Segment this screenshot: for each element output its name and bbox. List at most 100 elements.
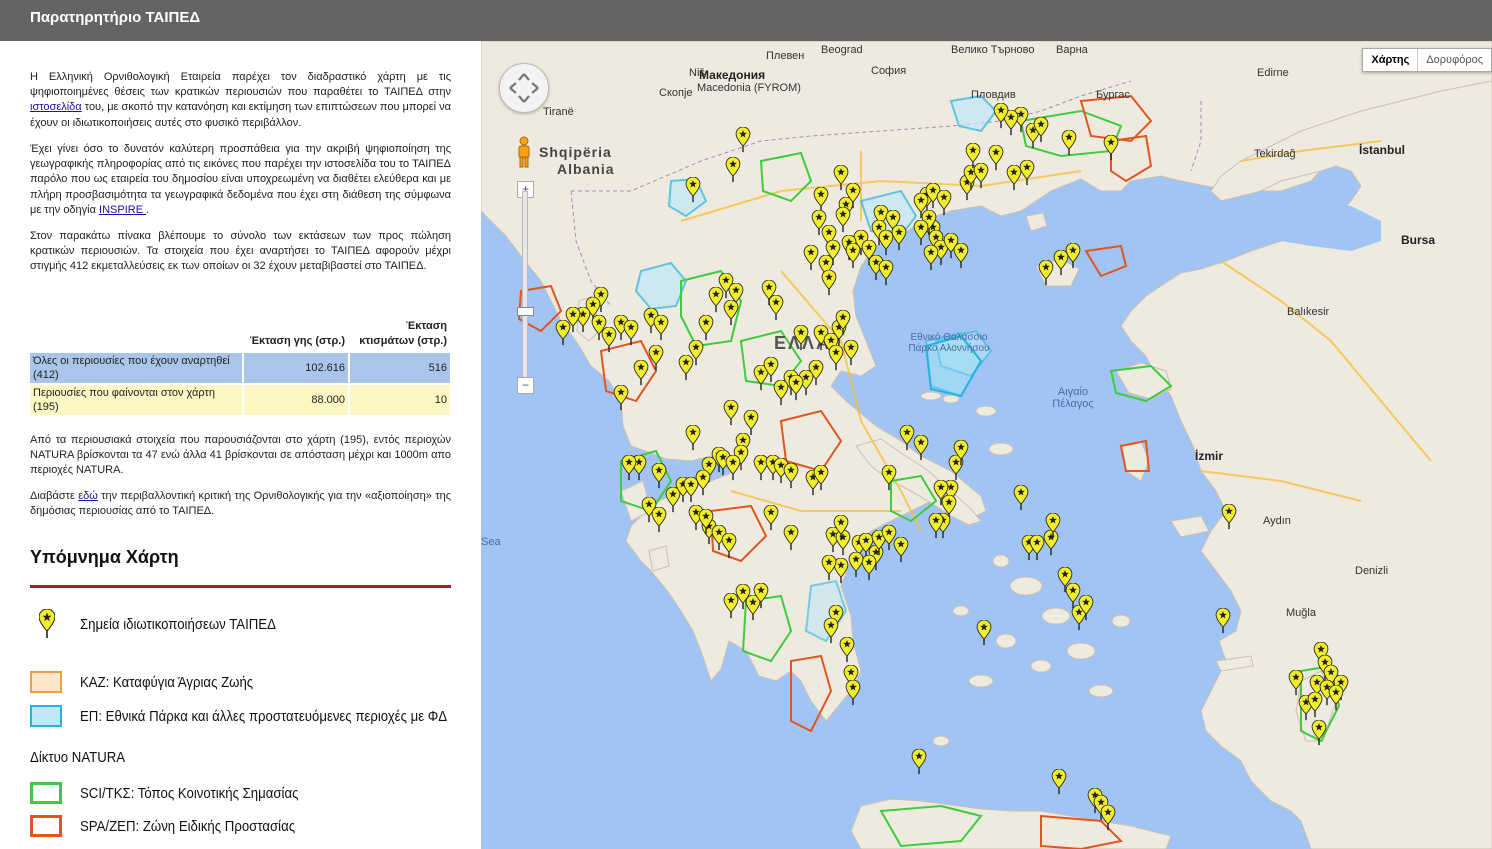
privatization-pin[interactable]: [976, 620, 992, 646]
privatization-pin[interactable]: [833, 165, 849, 191]
privatization-pin[interactable]: [825, 240, 841, 266]
privatization-pin[interactable]: [839, 637, 855, 663]
privatization-pin[interactable]: [936, 190, 952, 216]
label-burgas: Бургас: [1096, 89, 1130, 101]
table-row: Όλες οι περιουσίες που έχουν αναρτηθεί (…: [30, 353, 450, 383]
privatization-pin[interactable]: [793, 325, 809, 351]
label-balikesir: Balıkesir: [1287, 306, 1330, 318]
privatization-pin[interactable]: [1103, 135, 1119, 161]
privatization-pin[interactable]: [933, 480, 949, 506]
privatization-pin[interactable]: [953, 440, 969, 466]
stats-table: Έκταση γης (στρ.) Έκταση κτισμάτων (στρ.…: [28, 311, 452, 417]
privatization-pin[interactable]: [1045, 513, 1061, 539]
privatization-pin[interactable]: [685, 177, 701, 203]
privatization-pin[interactable]: [1061, 130, 1077, 156]
critique-link[interactable]: εδώ: [78, 490, 98, 502]
intro-paragraph-2: Έχει γίνει όσο το δυνατόν καλύτερη προσπ…: [30, 143, 451, 216]
privatization-pin[interactable]: [1065, 243, 1081, 269]
privatization-pin[interactable]: [555, 320, 571, 346]
privatization-pin[interactable]: [923, 245, 939, 271]
label-pleven: Плевен: [766, 50, 805, 62]
privatization-pin[interactable]: [721, 533, 737, 559]
label-aydin: Aydın: [1263, 515, 1291, 527]
taiped-site-link[interactable]: ιστοσελίδα: [30, 101, 82, 113]
inspire-link[interactable]: INSPIRE: [99, 204, 146, 216]
privatization-pin[interactable]: [763, 505, 779, 531]
privatization-pin[interactable]: [828, 345, 844, 371]
privatization-pin[interactable]: [928, 513, 944, 539]
privatization-pin[interactable]: [821, 555, 837, 581]
pegman-icon[interactable]: [517, 136, 531, 168]
privatization-pin[interactable]: [613, 385, 629, 411]
privatization-pin[interactable]: [1033, 117, 1049, 143]
privatization-pin[interactable]: [763, 357, 779, 383]
map-canvas[interactable]: Beograd Niš Плевен Велико Търново Варна …: [481, 41, 1492, 849]
privatization-pin[interactable]: [1215, 608, 1231, 634]
privatization-pin[interactable]: [725, 455, 741, 481]
privatization-pin[interactable]: [848, 552, 864, 578]
privatization-pin[interactable]: [1328, 685, 1344, 711]
privatization-pin[interactable]: [773, 380, 789, 406]
privatization-pin[interactable]: [913, 220, 929, 246]
privatization-pin[interactable]: [835, 207, 851, 233]
privatization-pin[interactable]: [1019, 160, 1035, 186]
zoom-slider-track[interactable]: [522, 191, 528, 383]
privatization-pin[interactable]: [1038, 260, 1054, 286]
privatization-pin[interactable]: [648, 345, 664, 371]
privatization-pin[interactable]: [835, 310, 851, 336]
privatization-pin[interactable]: [845, 680, 861, 706]
map-type-satellite-button[interactable]: Δορυφόρος: [1418, 49, 1491, 71]
privatization-pin[interactable]: [1221, 504, 1237, 530]
privatization-pin[interactable]: [1288, 670, 1304, 696]
privatization-pin[interactable]: [723, 300, 739, 326]
privatization-pin[interactable]: [1051, 769, 1067, 795]
privatization-pin[interactable]: [623, 320, 639, 346]
privatization-pin[interactable]: [893, 537, 909, 563]
privatization-pin[interactable]: [953, 243, 969, 269]
privatization-pin[interactable]: [821, 270, 837, 296]
privatization-pin[interactable]: [633, 360, 649, 386]
privatization-pin[interactable]: [723, 593, 739, 619]
privatization-pin[interactable]: [1100, 805, 1116, 831]
privatization-pin[interactable]: [783, 463, 799, 489]
privatization-pin[interactable]: [993, 103, 1009, 129]
privatization-pin[interactable]: [833, 515, 849, 541]
privatization-pin[interactable]: [788, 375, 804, 401]
privatization-pin[interactable]: [988, 145, 1004, 171]
privatization-pin[interactable]: [845, 243, 861, 269]
privatization-pin[interactable]: [698, 509, 714, 535]
pan-control[interactable]: [499, 63, 549, 113]
privatization-pin[interactable]: [911, 749, 927, 775]
privatization-pin[interactable]: [708, 287, 724, 313]
privatization-pin[interactable]: [803, 245, 819, 271]
privatization-pin[interactable]: [653, 315, 669, 341]
privatization-pin[interactable]: [783, 525, 799, 551]
privatization-pin[interactable]: [723, 400, 739, 426]
privatization-pin[interactable]: [881, 465, 897, 491]
privatization-pin[interactable]: [1311, 720, 1327, 746]
privatization-pin[interactable]: [965, 143, 981, 169]
privatization-pin[interactable]: [683, 477, 699, 503]
zoom-out-button[interactable]: −: [517, 377, 534, 394]
privatization-pin[interactable]: [878, 260, 894, 286]
privatization-pin[interactable]: [813, 465, 829, 491]
zoom-slider-handle[interactable]: [517, 307, 534, 316]
privatization-pin[interactable]: [1013, 485, 1029, 511]
privatization-pin[interactable]: [823, 618, 839, 644]
privatization-pin[interactable]: [651, 463, 667, 489]
map-type-roadmap-button[interactable]: Χάρτης: [1363, 49, 1419, 71]
privatization-pin[interactable]: [913, 435, 929, 461]
privatization-pin[interactable]: [843, 340, 859, 366]
privatization-pin[interactable]: [1078, 595, 1094, 621]
privatization-pin[interactable]: [685, 425, 701, 451]
privatization-pin[interactable]: [753, 583, 769, 609]
privatization-pin[interactable]: [725, 157, 741, 183]
privatization-pin[interactable]: [621, 455, 637, 481]
privatization-pin[interactable]: [878, 230, 894, 256]
privatization-pin[interactable]: [698, 315, 714, 341]
label-izmir: İzmir: [1195, 449, 1224, 463]
land-zakynthos: [648, 545, 670, 572]
privatization-pin[interactable]: [735, 127, 751, 153]
privatization-pin[interactable]: [761, 280, 777, 306]
privatization-pin[interactable]: [678, 355, 694, 381]
